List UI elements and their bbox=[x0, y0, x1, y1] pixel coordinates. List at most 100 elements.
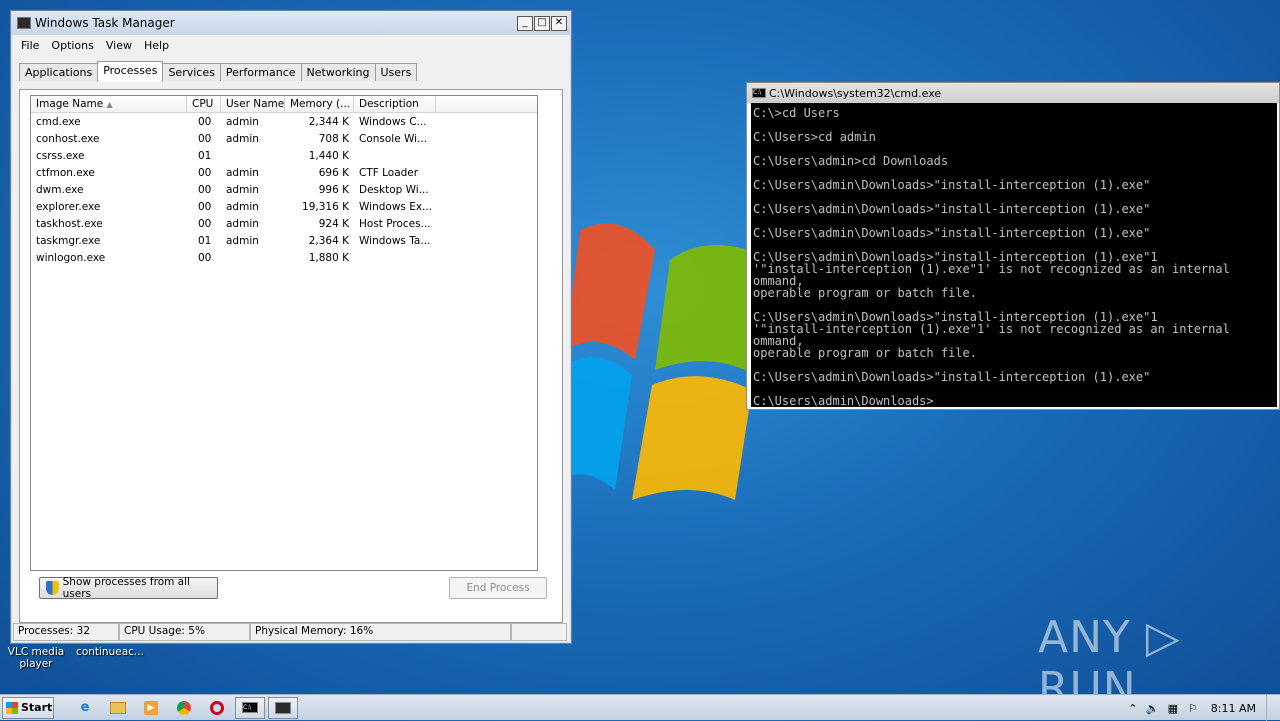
column-image-name[interactable]: Image Name ▲ bbox=[31, 96, 187, 112]
process-user: admin bbox=[226, 132, 259, 145]
process-name: csrss.exe bbox=[36, 149, 85, 162]
process-memory: 708 K bbox=[318, 132, 349, 145]
tab-performance[interactable]: Performance bbox=[219, 63, 302, 81]
tab-networking[interactable]: Networking bbox=[300, 63, 376, 81]
tab-strip: Applications Processes Services Performa… bbox=[11, 61, 571, 82]
window-title: Windows Task Manager bbox=[35, 16, 175, 30]
cmd-title-bar[interactable]: C:\ C:\Windows\system32\cmd.exe bbox=[747, 83, 1279, 103]
process-cpu: 00 bbox=[198, 166, 212, 179]
process-memory: 2,344 K bbox=[308, 115, 349, 128]
status-processes: Processes: 32 bbox=[13, 623, 119, 641]
tab-users[interactable]: Users bbox=[374, 63, 418, 81]
process-row[interactable]: taskmgr.exe 01 admin 2,364 K Windows Ta... bbox=[31, 232, 537, 249]
menu-bar: File Options View Help bbox=[11, 35, 571, 55]
process-description: Host Proces... bbox=[359, 217, 431, 230]
windows-flag-icon bbox=[6, 701, 18, 714]
status-bar: Processes: 32 CPU Usage: 5% Physical Mem… bbox=[13, 623, 569, 641]
desktop-icon-continueac[interactable]: continueac... bbox=[72, 646, 148, 658]
column-description[interactable]: Description bbox=[354, 96, 436, 112]
chrome-icon[interactable] bbox=[169, 697, 199, 719]
system-tray: ⌃ 🔈 ▦ ⚐ 8:11 AM bbox=[1123, 695, 1280, 721]
status-cpu-usage: CPU Usage: 5% bbox=[119, 623, 250, 641]
maximize-button[interactable]: □ bbox=[534, 15, 550, 31]
column-user-name[interactable]: User Name bbox=[221, 96, 285, 112]
show-all-processes-label: Show processes from all users bbox=[62, 576, 190, 600]
process-cpu: 00 bbox=[198, 200, 212, 213]
process-user: admin bbox=[226, 200, 259, 213]
tab-processes[interactable]: Processes bbox=[97, 61, 164, 82]
start-label: Start bbox=[21, 701, 53, 714]
process-name: ctfmon.exe bbox=[36, 166, 95, 179]
opera-icon[interactable] bbox=[202, 697, 232, 719]
process-name: taskhost.exe bbox=[36, 217, 103, 230]
folder-icon[interactable] bbox=[103, 697, 133, 719]
media-player-icon[interactable]: ▶ bbox=[136, 697, 166, 719]
process-description: CTF Loader bbox=[359, 166, 419, 179]
resize-grip[interactable] bbox=[511, 623, 567, 641]
task-manager-app-icon bbox=[17, 17, 31, 29]
process-name: cmd.exe bbox=[36, 115, 81, 128]
column-memory[interactable]: Memory (... bbox=[285, 96, 354, 112]
process-list-header: Image Name ▲ CPU User Name Memory (... D… bbox=[31, 96, 537, 113]
cmd-title: C:\Windows\system32\cmd.exe bbox=[769, 86, 942, 100]
tab-applications[interactable]: Applications bbox=[19, 63, 99, 81]
show-desktop-button[interactable] bbox=[1266, 695, 1280, 721]
process-user: admin bbox=[226, 183, 259, 196]
task-manager-window: Windows Task Manager _ □ ✕ File Options … bbox=[10, 10, 572, 644]
ie-icon[interactable]: e bbox=[70, 697, 100, 719]
process-name: dwm.exe bbox=[36, 183, 84, 196]
process-memory: 1,880 K bbox=[308, 251, 349, 264]
show-all-processes-button[interactable]: Show processes from all users bbox=[39, 576, 218, 600]
process-cpu: 00 bbox=[198, 115, 212, 128]
title-bar[interactable]: Windows Task Manager _ □ ✕ bbox=[11, 11, 571, 35]
menu-help[interactable]: Help bbox=[138, 39, 175, 52]
process-cpu: 00 bbox=[198, 183, 212, 196]
process-memory: 924 K bbox=[318, 217, 349, 230]
end-process-button[interactable]: End Process bbox=[449, 577, 547, 599]
process-cpu: 00 bbox=[198, 251, 212, 264]
process-name: conhost.exe bbox=[36, 132, 100, 145]
process-row[interactable]: csrss.exe 01 1,440 K bbox=[31, 147, 537, 164]
process-memory: 696 K bbox=[318, 166, 349, 179]
cmd-console-output[interactable]: C:\>cd Users C:\Users>cd admin C:\Users\… bbox=[751, 103, 1277, 407]
process-user: admin bbox=[226, 166, 259, 179]
cmd-icon: C:\ bbox=[752, 88, 766, 98]
network-icon[interactable]: ▦ bbox=[1163, 702, 1183, 715]
cmd-icon[interactable]: C:\ bbox=[235, 696, 265, 719]
volume-icon[interactable]: 🔈 bbox=[1143, 702, 1163, 715]
process-row[interactable]: ctfmon.exe 00 admin 696 K CTF Loader bbox=[31, 164, 537, 181]
sort-ascending-icon: ▲ bbox=[106, 100, 113, 109]
process-row[interactable]: cmd.exe 00 admin 2,344 K Windows C... bbox=[31, 113, 537, 130]
close-button[interactable]: ✕ bbox=[551, 15, 567, 31]
process-cpu: 00 bbox=[198, 132, 212, 145]
process-description: Desktop Wi... bbox=[359, 183, 429, 196]
taskbar: Start e ▶ C:\ ⌃ 🔈 ▦ ⚐ 8:11 AM bbox=[0, 694, 1280, 721]
process-memory: 19,316 K bbox=[302, 200, 349, 213]
process-memory: 996 K bbox=[318, 183, 349, 196]
menu-view[interactable]: View bbox=[100, 39, 138, 52]
menu-options[interactable]: Options bbox=[45, 39, 99, 52]
tab-services[interactable]: Services bbox=[162, 63, 221, 81]
clock[interactable]: 8:11 AM bbox=[1203, 702, 1266, 715]
process-name: explorer.exe bbox=[36, 200, 101, 213]
process-cpu: 01 bbox=[198, 149, 212, 162]
process-name: winlogon.exe bbox=[36, 251, 106, 264]
process-list[interactable]: Image Name ▲ CPU User Name Memory (... D… bbox=[30, 95, 538, 571]
desktop-icon-vlc[interactable]: VLC media player bbox=[6, 646, 66, 670]
process-row[interactable]: conhost.exe 00 admin 708 K Console Wi... bbox=[31, 130, 537, 147]
show-hidden-icons-icon[interactable]: ⌃ bbox=[1123, 702, 1143, 715]
process-user: admin bbox=[226, 217, 259, 230]
menu-file[interactable]: File bbox=[15, 39, 45, 52]
action-center-flag-icon[interactable]: ⚐ bbox=[1183, 702, 1203, 715]
task-manager-icon[interactable] bbox=[268, 696, 298, 719]
process-row[interactable]: explorer.exe 00 admin 19,316 K Windows Ex... bbox=[31, 198, 537, 215]
minimize-button[interactable]: _ bbox=[517, 15, 533, 31]
process-row[interactable]: winlogon.exe 00 1,880 K bbox=[31, 249, 537, 266]
column-cpu[interactable]: CPU bbox=[187, 96, 221, 112]
process-description: Windows Ta... bbox=[359, 234, 431, 247]
process-row[interactable]: dwm.exe 00 admin 996 K Desktop Wi... bbox=[31, 181, 537, 198]
process-memory: 1,440 K bbox=[308, 149, 349, 162]
process-row[interactable]: taskhost.exe 00 admin 924 K Host Proces... bbox=[31, 215, 537, 232]
start-button[interactable]: Start bbox=[2, 696, 54, 719]
process-description: Windows C... bbox=[359, 115, 427, 128]
